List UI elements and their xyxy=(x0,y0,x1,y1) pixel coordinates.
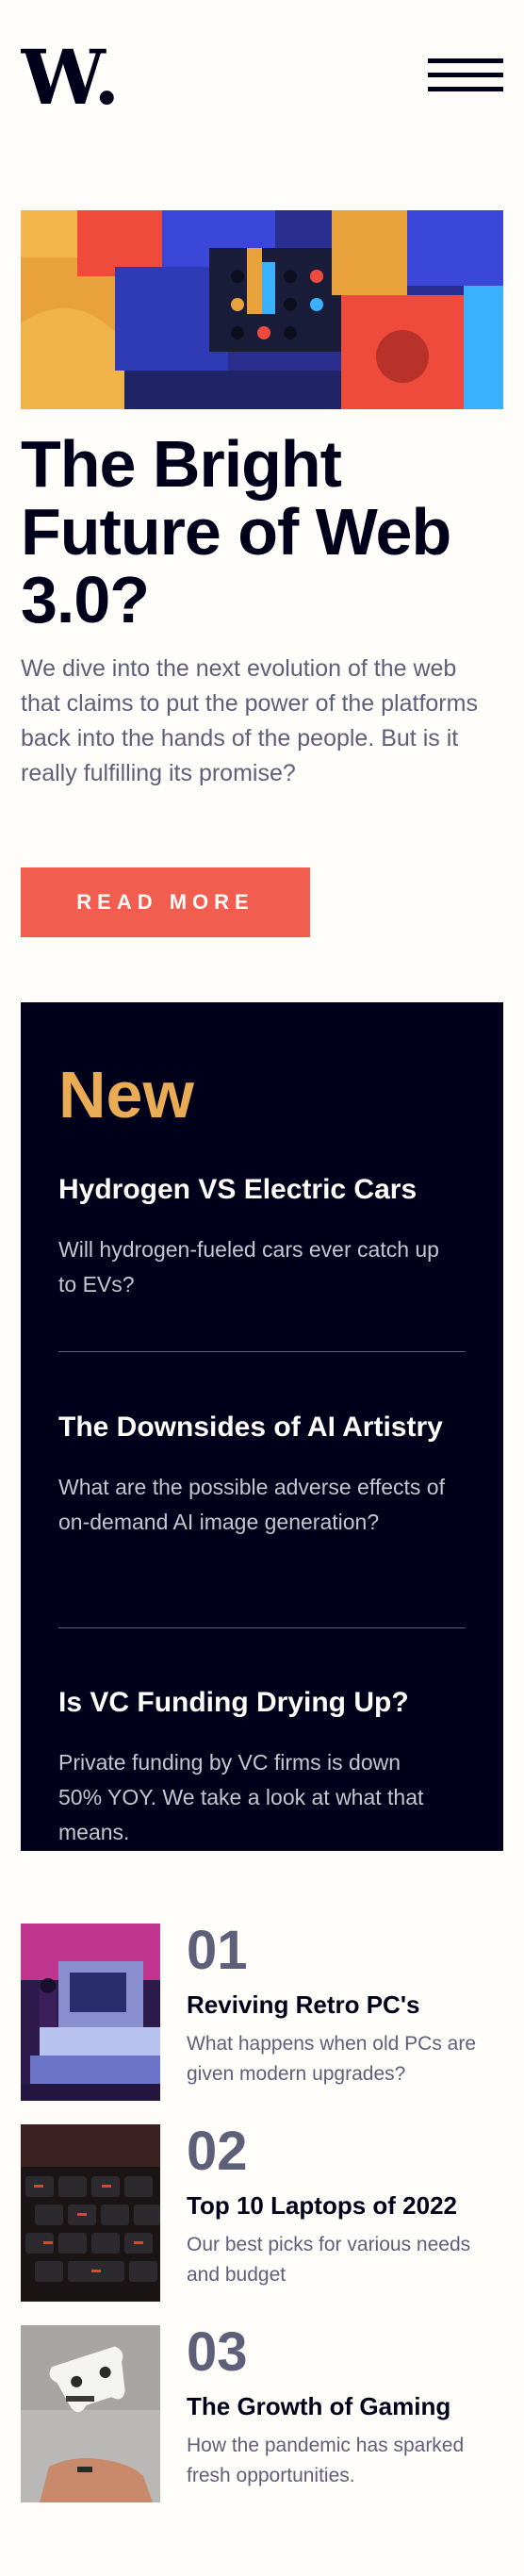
article-item: 02 Top 10 Laptops of 2022 Our best picks… xyxy=(21,2121,503,2302)
article-title[interactable]: Top 10 Laptops of 2022 xyxy=(187,2190,457,2221)
colorful-3d-blocks-image xyxy=(21,210,503,409)
divider xyxy=(58,1351,466,1352)
divider xyxy=(58,1627,466,1628)
read-more-button[interactable]: READ MORE xyxy=(21,867,310,937)
hero-title-line: 3.0? xyxy=(21,563,150,636)
new-item-description: Private funding by VC firms is down 50% … xyxy=(58,1750,424,1844)
hamburger-menu-icon[interactable] xyxy=(428,58,503,96)
hero-title-line: Future of Web xyxy=(21,495,451,569)
new-item-title[interactable]: Hydrogen VS Electric Cars xyxy=(58,1172,466,1208)
laptop-keyboard-image xyxy=(21,2124,160,2302)
new-item[interactable]: Is VC Funding Drying Up? Private funding… xyxy=(58,1685,466,1850)
new-item[interactable]: Hydrogen VS Electric Cars Will hydrogen-… xyxy=(58,1172,466,1302)
hero-image xyxy=(21,210,503,409)
logo-icon: W. xyxy=(20,33,120,122)
hero-title-line: The Bright xyxy=(21,427,342,501)
retro-pc-image xyxy=(21,1924,160,2101)
article-description: How the pandemic has sparked fresh oppor… xyxy=(187,2435,465,2486)
article-description: What happens when old PCs are given mode… xyxy=(187,2033,477,2085)
new-section: New Hydrogen VS Electric Cars Will hydro… xyxy=(21,1002,503,1851)
article-item: 03 The Growth of Gaming How the pandemic… xyxy=(21,2321,503,2502)
new-item[interactable]: The Downsides of AI Artistry What are th… xyxy=(58,1410,466,1540)
hero-description: We dive into the next evolution of the w… xyxy=(21,655,478,786)
svg-text:W.: W. xyxy=(21,41,115,117)
article-item: 01 Reviving Retro PC's What happens when… xyxy=(21,1920,503,2101)
new-section-heading: New xyxy=(58,1058,194,1131)
new-item-description: What are the possible adverse effects of… xyxy=(58,1475,445,1534)
article-number: 02 xyxy=(187,2121,248,2182)
article-title[interactable]: Reviving Retro PC's xyxy=(187,1990,419,2020)
article-number: 01 xyxy=(187,1920,248,1981)
article-number: 03 xyxy=(187,2321,248,2383)
logo[interactable]: W. xyxy=(20,33,120,122)
game-controller-image xyxy=(21,2325,160,2502)
article-description: Our best picks for various needs and bud… xyxy=(187,2234,471,2286)
hero-title: The Bright Future of Web 3.0? xyxy=(21,430,503,634)
new-item-title[interactable]: Is VC Funding Drying Up? xyxy=(58,1685,466,1721)
new-item-title[interactable]: The Downsides of AI Artistry xyxy=(58,1410,466,1445)
article-title[interactable]: The Growth of Gaming xyxy=(187,2391,450,2421)
site-header: W. xyxy=(20,33,503,122)
new-item-description: Will hydrogen-fueled cars ever catch up … xyxy=(58,1237,439,1296)
